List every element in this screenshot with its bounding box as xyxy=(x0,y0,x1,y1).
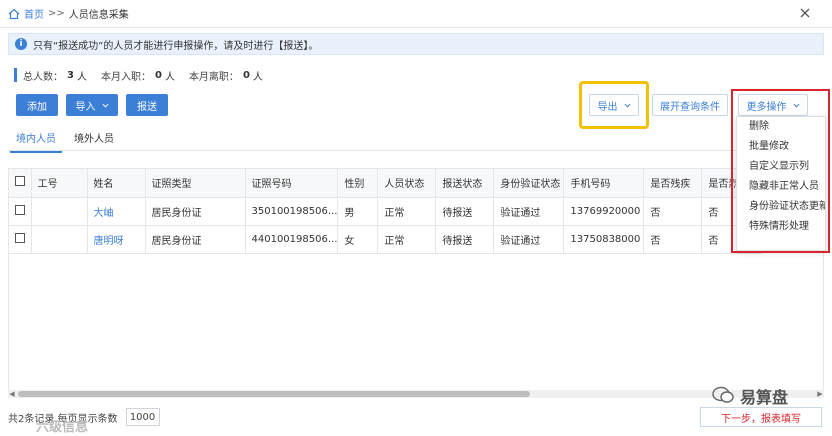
table-row[interactable]: 唐明呀 居民身份证 440100198506... 女 正常 待报送 验证通过 … xyxy=(9,225,763,254)
more-operations-highlight-frame xyxy=(731,89,830,253)
wechat-icon xyxy=(712,386,734,403)
cell-verify-status: 验证通过 xyxy=(493,225,565,254)
add-button[interactable]: 添加 xyxy=(16,94,58,116)
select-all-cell xyxy=(9,169,32,198)
watermark-left: 六级信息 xyxy=(36,420,89,435)
page-size-input[interactable]: 1000 xyxy=(125,408,160,426)
stats-summary: 总人数： 3 人 本月入职： 0 人 本月离职： 0 人 xyxy=(14,68,277,83)
stat-left-unit: 人 xyxy=(252,71,263,83)
import-button-label: 导入 xyxy=(75,101,96,113)
col-header-phone[interactable]: 手机号码 xyxy=(563,169,645,198)
col-header-verify-status[interactable]: 身份验证状态 xyxy=(493,169,565,198)
export-highlight-frame xyxy=(579,81,649,129)
row-checkbox[interactable] xyxy=(15,232,25,243)
stat-hired-label: 本月入职： xyxy=(100,71,151,83)
cell-person-status: 正常 xyxy=(377,197,437,226)
notice-bar: i 只有“报送成功”的人员才能进行申报操作，请及时进行【报送】。 xyxy=(8,33,824,55)
breadcrumb: 首页 >> 人员信息采集 xyxy=(0,0,832,28)
notice-text: 只有“报送成功”的人员才能进行申报操作，请及时进行【报送】。 xyxy=(33,40,319,52)
col-header-submit-status[interactable]: 报送状态 xyxy=(435,169,495,198)
cell-gender: 男 xyxy=(337,197,379,226)
cell-name-link[interactable]: 大岫 xyxy=(87,197,146,226)
cell-employee-id xyxy=(31,225,88,254)
stat-total-value: 3 xyxy=(67,69,74,81)
cell-submit-status: 待报送 xyxy=(435,225,495,254)
table-row[interactable]: 大岫 居民身份证 350100198506... 男 正常 待报送 验证通过 1… xyxy=(9,197,763,226)
home-icon[interactable] xyxy=(8,8,20,20)
submit-button[interactable]: 报送 xyxy=(126,94,168,116)
stat-left-label: 本月离职： xyxy=(188,71,239,83)
import-button[interactable]: 导入 xyxy=(66,94,118,116)
cell-submit-status: 待报送 xyxy=(435,197,495,226)
watermark-right: 易算盘 xyxy=(740,388,789,407)
cell-person-status: 正常 xyxy=(377,225,437,254)
cell-id-type: 居民身份证 xyxy=(145,197,246,226)
row-select-cell xyxy=(9,225,32,254)
close-icon[interactable] xyxy=(800,8,810,18)
table-header-row: 工号 姓名 证照类型 证照号码 性别 人员状态 报送状态 身份验证状态 手机号码… xyxy=(9,169,763,198)
stat-total-label: 总人数： xyxy=(23,71,63,83)
scroll-left-icon[interactable]: ◀ xyxy=(8,390,16,398)
cell-id-number: 350100198506... xyxy=(245,197,339,226)
breadcrumb-current: 人员信息采集 xyxy=(68,10,129,21)
horizontal-scrollbar[interactable]: ◀ ▶ xyxy=(8,390,824,398)
next-step-button[interactable]: 下一步，报表填写 xyxy=(700,407,822,427)
cell-disabled: 否 xyxy=(643,225,703,254)
cell-verify-status: 验证通过 xyxy=(493,197,565,226)
expand-query-label: 展开查询条件 xyxy=(660,101,720,113)
scroll-right-icon[interactable]: ▶ xyxy=(816,390,824,398)
col-header-name[interactable]: 姓名 xyxy=(87,169,146,198)
info-icon: i xyxy=(15,38,27,50)
cell-id-number: 440100198506... xyxy=(245,225,339,254)
cell-name-link[interactable]: 唐明呀 xyxy=(87,225,146,254)
col-header-person-status[interactable]: 人员状态 xyxy=(377,169,437,198)
col-header-id-number[interactable]: 证照号码 xyxy=(245,169,339,198)
stat-total-unit: 人 xyxy=(76,71,87,83)
tab-divider xyxy=(8,150,824,151)
select-all-checkbox[interactable] xyxy=(15,176,25,187)
cell-phone: 13750838000 xyxy=(563,225,645,254)
row-select-cell xyxy=(9,197,32,226)
app-page: 首页 >> 人员信息采集 i 只有“报送成功”的人员才能进行申报操作，请及时进行… xyxy=(0,0,832,436)
submit-button-label: 报送 xyxy=(137,101,157,113)
stat-hired-unit: 人 xyxy=(164,71,175,83)
breadcrumb-separator: >> xyxy=(48,8,65,19)
cell-phone: 13769920000 xyxy=(563,197,645,226)
scrollbar-thumb[interactable] xyxy=(18,391,530,397)
cell-id-type: 居民身份证 xyxy=(145,225,246,254)
stat-left-value: 0 xyxy=(242,69,250,81)
col-header-disabled[interactable]: 是否残疾 xyxy=(643,169,703,198)
col-header-employee-id[interactable]: 工号 xyxy=(31,169,88,198)
cell-gender: 女 xyxy=(337,225,379,254)
person-table: 工号 姓名 证照类型 证照号码 性别 人员状态 报送状态 身份验证状态 手机号码… xyxy=(8,168,824,398)
stat-hired-value: 0 xyxy=(154,69,162,81)
add-button-label: 添加 xyxy=(27,101,47,113)
breadcrumb-home[interactable]: 首页 xyxy=(24,6,44,21)
col-header-id-type[interactable]: 证照类型 xyxy=(145,169,246,198)
expand-query-button[interactable]: 展开查询条件 xyxy=(652,94,728,116)
cell-employee-id xyxy=(31,197,88,226)
cell-disabled: 否 xyxy=(643,197,703,226)
row-checkbox[interactable] xyxy=(15,204,25,215)
chevron-down-icon xyxy=(102,103,108,108)
col-header-gender[interactable]: 性别 xyxy=(337,169,379,198)
